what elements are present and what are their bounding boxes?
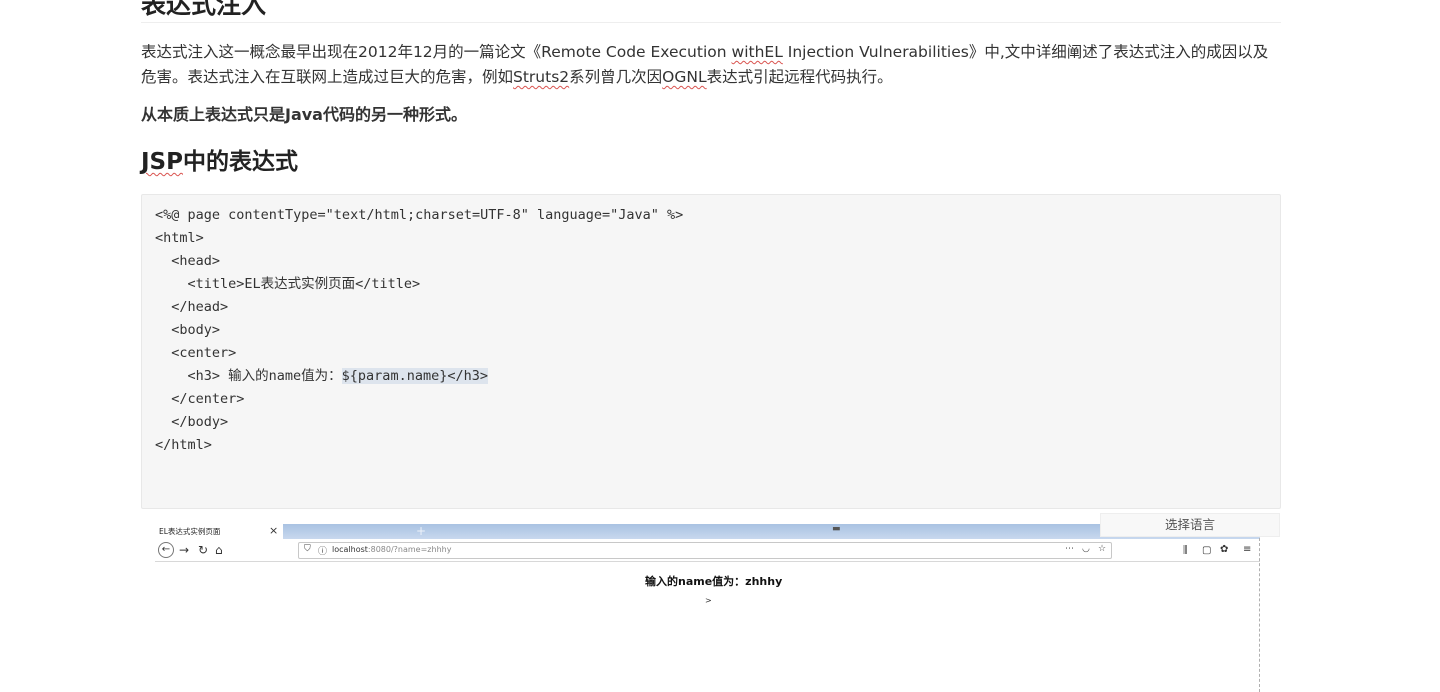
shot-nav-bar: ← → ↻ ⌂ ⛉ ⓘ localhost:8080/?name=zhhhy ⋯… xyxy=(155,540,1260,562)
back-arrow-icon: ← xyxy=(158,542,174,558)
more-icon: ⋯ xyxy=(1065,544,1074,554)
code-line: </head> xyxy=(155,299,229,315)
code-line: <body> xyxy=(155,322,221,338)
shot-dashed-border xyxy=(1259,538,1260,692)
spellcheck-ognl: OGNL xyxy=(662,68,707,86)
para-text-4: 表达式引起远程代码执行。 xyxy=(706,68,893,86)
heading-divider xyxy=(141,22,1281,23)
code-h3-text: <h3> 输入的name值为： xyxy=(155,368,342,384)
pocket-icon: ◡ xyxy=(1082,544,1090,554)
shot-url-bar: ⛉ ⓘ localhost:8080/?name=zhhhy ⋯ ◡ ☆ xyxy=(298,542,1112,559)
shot-gt-symbol: > xyxy=(705,596,712,605)
shot-page-heading: 输入的name值为：zhhhy xyxy=(645,575,783,588)
close-icon: × xyxy=(269,524,279,537)
shot-tab-title: EL表达式实例页面 xyxy=(159,527,221,536)
bold-statement: 从本质上表达式只是Java代码的另一种形式。 xyxy=(141,105,467,124)
code-highlight: ${param.name}</h3> xyxy=(341,368,488,384)
star-icon: ☆ xyxy=(1098,544,1107,554)
shot-url-host: localhost xyxy=(332,545,368,554)
jsp-heading-rest: 中的表达式 xyxy=(182,149,298,175)
section-heading: 表达式注入 xyxy=(141,0,267,19)
spellcheck-struts2: Struts2 xyxy=(513,68,570,86)
shot-url-rest: :8080/?name=zhhhy xyxy=(367,545,452,554)
intro-paragraph: 表达式注入这一概念最早出现在2012年12月的一篇论文《Remote Code … xyxy=(141,40,1281,90)
para-text-1: 表达式注入这一概念最早出现在2012年12月的一篇论文《Remote Code … xyxy=(141,43,732,61)
code-line: </body> xyxy=(155,414,229,430)
extension-icon: ✿ xyxy=(1220,544,1229,555)
spellcheck-jsp: JSP xyxy=(141,149,183,175)
menu-icon: ≡ xyxy=(1243,544,1252,555)
code-line: </html> xyxy=(155,437,212,453)
reload-icon: ↻ xyxy=(198,543,209,557)
shield-icon: ⛉ xyxy=(304,544,311,554)
code-line: <head> xyxy=(155,253,221,269)
browser-screenshot-image: EL表达式实例页面 × + ▬ ← → ↻ ⌂ ⛉ ⓘ localhost:80… xyxy=(155,522,1260,692)
language-selector-button[interactable]: 选择语言 xyxy=(1100,513,1280,537)
code-line: <center> xyxy=(155,345,237,361)
code-line-h3: <h3> 输入的name值为：${param.name}</h3> xyxy=(155,365,1267,388)
forward-arrow-icon: → xyxy=(179,543,190,557)
shot-tab: EL表达式实例页面 × xyxy=(155,522,283,540)
spellcheck-withel: withEL xyxy=(731,43,783,61)
shot-tab-bar: EL表达式实例页面 × + ▬ xyxy=(155,522,1260,540)
code-line: <title>EL表达式实例页面</title> xyxy=(155,276,421,292)
shot-url-text: localhost:8080/?name=zhhhy xyxy=(332,545,451,554)
jsp-heading: JSP中的表达式 xyxy=(141,146,298,178)
minimize-icon: ▬ xyxy=(832,524,841,534)
library-icon: ⫼ xyxy=(1183,545,1188,556)
home-icon: ⌂ xyxy=(215,543,223,557)
code-line: </center> xyxy=(155,391,245,407)
code-line: <html> xyxy=(155,230,204,246)
para-text-3: 系列曾几次因 xyxy=(569,68,663,86)
info-icon: ⓘ xyxy=(318,547,328,557)
code-line: <%@ page contentType="text/html;charset=… xyxy=(155,207,684,223)
sidebar-icon: ▢ xyxy=(1202,545,1212,556)
code-block[interactable]: <%@ page contentType="text/html;charset=… xyxy=(141,194,1281,509)
plus-icon: + xyxy=(416,524,427,538)
